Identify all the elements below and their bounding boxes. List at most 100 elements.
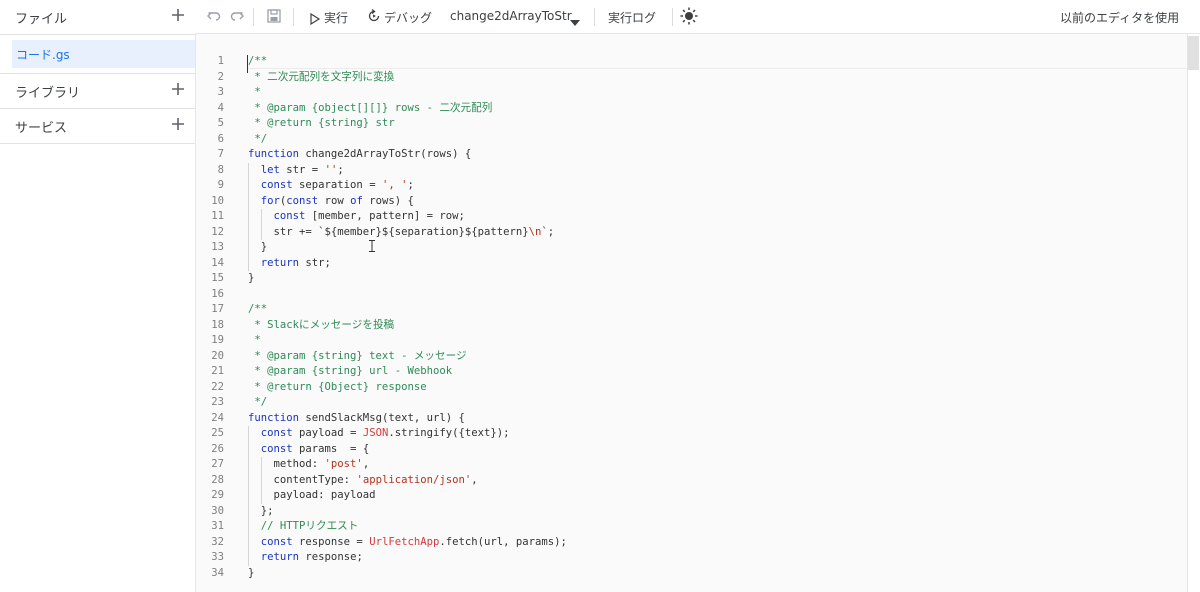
- line-number: 3: [217, 86, 224, 98]
- code-line[interactable]: 14 return str;: [196, 255, 1187, 271]
- debug-button[interactable]: デバッグ: [384, 9, 432, 26]
- line-number: 4: [217, 101, 224, 114]
- add-library-plus-icon[interactable]: [170, 81, 186, 97]
- code-text: method: 'post',: [248, 458, 370, 470]
- code-text: }: [248, 241, 268, 253]
- line-number: 31: [211, 520, 224, 532]
- editor-toolbar: 実行 デバッグ change2dArrayToStr 実行ログ 以前のエディタを…: [195, 0, 1200, 34]
- code-text: str += `${member}${separation}${pattern}…: [248, 225, 555, 238]
- line-number: 2: [217, 70, 224, 83]
- function-select[interactable]: change2dArrayToStr: [450, 9, 572, 23]
- code-text: }: [248, 566, 255, 579]
- vertical-scrollbar[interactable]: [1187, 34, 1200, 592]
- run-play-icon[interactable]: [309, 10, 325, 26]
- code-line[interactable]: 28 contentType: 'application/json',: [196, 472, 1187, 488]
- services-section-label: サービス: [15, 121, 68, 136]
- theme-sun-icon[interactable]: [680, 7, 698, 25]
- files-section-label: ファイル: [15, 12, 68, 27]
- code-line[interactable]: 12 str += `${member}${separation}${patte…: [196, 224, 1187, 240]
- code-line[interactable]: 11 const [member, pattern] = row;: [196, 209, 1187, 225]
- code-text: const payload = JSON.stringify({text});: [260, 427, 510, 439]
- code-text: payload: payload: [248, 489, 376, 501]
- services-section-header: サービス: [0, 109, 195, 144]
- line-number: 11: [211, 210, 224, 222]
- code-line[interactable]: 16: [196, 287, 1187, 303]
- save-icon[interactable]: [266, 8, 282, 24]
- code-line[interactable]: 30 };: [196, 503, 1187, 519]
- line-number: 9: [217, 179, 224, 191]
- code-editor[interactable]: 1/** 2 * 二次元配列を文字列に変換 3 * 4 * @param {objec…: [196, 34, 1187, 592]
- code-line[interactable]: 3 *: [196, 85, 1187, 101]
- code-area[interactable]: 1/** 2 * 二次元配列を文字列に変換 3 * 4 * @param {objec…: [196, 54, 1187, 581]
- code-line[interactable]: 7 function change2dArrayToStr(rows) {: [196, 147, 1187, 163]
- code-text: const separation = ', ';: [260, 179, 414, 191]
- mouse-ibeam-cursor: [369, 237, 375, 252]
- code-text: function sendSlackMsg(text, url) {: [248, 411, 465, 424]
- code-line[interactable]: 18 * Slackにメッセージを投稿: [196, 318, 1187, 334]
- code-line[interactable]: 5 * @return {string} str: [196, 116, 1187, 132]
- code-line[interactable]: 10 for(const row of rows) {: [196, 193, 1187, 209]
- code-text: * @param {object[][]} rows - 二次元配列: [248, 101, 493, 114]
- line-number: 21: [211, 365, 224, 377]
- code-line[interactable]: 29 payload: payload: [196, 488, 1187, 504]
- code-line[interactable]: 9 const separation = ', ';: [196, 178, 1187, 194]
- code-text: * @return {Object} response: [248, 380, 427, 393]
- code-text: // HTTPリクエスト: [248, 520, 359, 532]
- code-line[interactable]: 27 method: 'post',: [196, 457, 1187, 473]
- use-legacy-editor-button[interactable]: 以前のエディタを使用: [1060, 9, 1179, 26]
- code-line[interactable]: 2 * 二次元配列を文字列に変換: [196, 70, 1187, 86]
- line-number: 34: [211, 566, 224, 579]
- code-line[interactable]: 20 * @param {string} text - メッセージ: [196, 349, 1187, 365]
- code-line[interactable]: 19 *: [196, 333, 1187, 349]
- redo-icon[interactable]: [229, 8, 245, 24]
- code-text: * @param {string} text - メッセージ: [248, 349, 467, 362]
- dropdown-arrow-icon[interactable]: [570, 12, 586, 28]
- code-text: function change2dArrayToStr(rows) {: [248, 148, 472, 160]
- libraries-section-label: ライブラリ: [15, 86, 81, 101]
- code-line[interactable]: 6 */: [196, 132, 1187, 148]
- code-line[interactable]: 21 * @param {string} url - Webhook: [196, 364, 1187, 380]
- code-text: * @return {string} str: [248, 117, 395, 129]
- line-number: 23: [211, 396, 224, 408]
- code-line[interactable]: 23 */: [196, 395, 1187, 411]
- file-item-code-gs[interactable]: コード.gs: [12, 40, 195, 68]
- line-number: 13: [211, 241, 224, 253]
- code-line[interactable]: 31 // HTTPリクエスト: [196, 519, 1187, 535]
- code-line[interactable]: 33 return response;: [196, 550, 1187, 566]
- code-text: * Slackにメッセージを投稿: [248, 318, 395, 331]
- code-text: /**: [248, 303, 268, 315]
- code-line[interactable]: 22 * @return {Object} response: [196, 380, 1187, 396]
- line-number: 24: [211, 411, 224, 424]
- code-line[interactable]: 15}: [196, 271, 1187, 287]
- line-number: 20: [211, 349, 224, 362]
- execution-log-button[interactable]: 実行ログ: [608, 9, 656, 26]
- line-number: 14: [211, 256, 224, 269]
- code-line[interactable]: 17 /**: [196, 302, 1187, 318]
- code-line[interactable]: 24 function sendSlackMsg(text, url) {: [196, 411, 1187, 427]
- code-text: const response = UrlFetchApp.fetch(url, …: [260, 535, 567, 548]
- code-line[interactable]: 25 const payload = JSON.stringify({text}…: [196, 426, 1187, 442]
- line-number: 16: [211, 287, 224, 300]
- code-text: */: [248, 396, 268, 408]
- line-number: 30: [211, 504, 224, 517]
- add-file-plus-icon[interactable]: [170, 7, 186, 23]
- libraries-section-header: ライブラリ: [0, 73, 195, 109]
- code-line[interactable]: 1 /**: [196, 54, 1187, 70]
- scrollbar-thumb[interactable]: [1188, 36, 1199, 70]
- code-line[interactable]: 26 const params = {: [196, 441, 1187, 457]
- toolbar-divider: [594, 8, 595, 26]
- debug-icon[interactable]: [366, 8, 382, 24]
- line-number: 15: [211, 272, 224, 284]
- toolbar-divider: [293, 8, 294, 26]
- code-line[interactable]: 13 }: [196, 240, 1187, 256]
- add-service-plus-icon[interactable]: [170, 116, 186, 132]
- code-line[interactable]: 8 let str = '';: [196, 162, 1187, 178]
- line-number: 28: [211, 473, 224, 486]
- code-line[interactable]: 4 * @param {object[][]} rows - 二次元配列: [196, 101, 1187, 117]
- code-line[interactable]: 32 const response = UrlFetchApp.fetch(ur…: [196, 534, 1187, 550]
- line-number: 5: [217, 117, 224, 129]
- code-line[interactable]: 34}: [196, 566, 1187, 582]
- undo-icon[interactable]: [206, 8, 222, 24]
- run-button[interactable]: 実行: [324, 9, 348, 26]
- line-number: 12: [211, 225, 224, 238]
